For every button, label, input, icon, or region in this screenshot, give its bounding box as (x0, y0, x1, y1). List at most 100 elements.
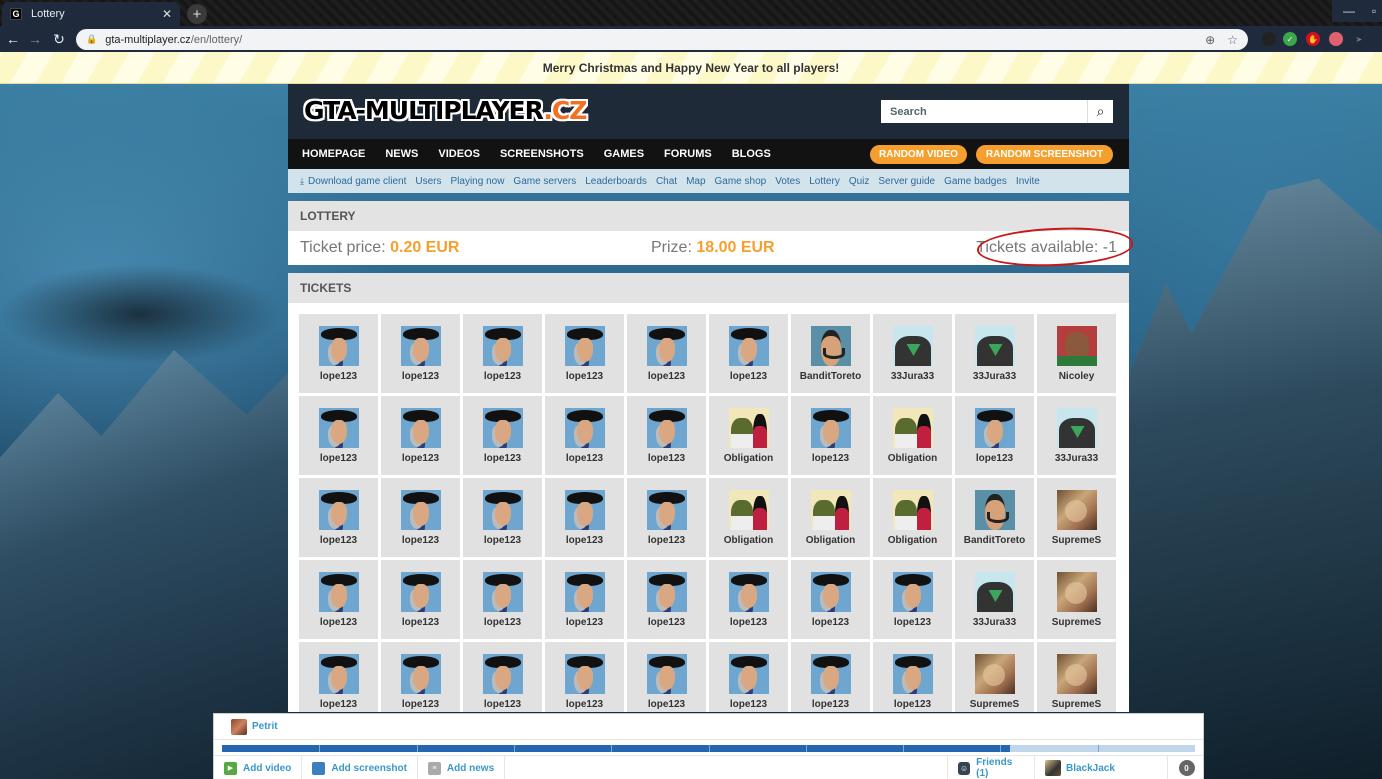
ticket-owner-name[interactable]: lope123 (894, 617, 931, 628)
ticket-owner-name[interactable]: lope123 (402, 617, 439, 628)
add-screenshot-button[interactable]: Add screenshot (302, 756, 418, 779)
ticket-card[interactable]: Obligation (873, 396, 952, 475)
new-tab-button[interactable]: + (187, 4, 207, 24)
ticket-owner-name[interactable]: lope123 (976, 453, 1013, 464)
ticket-card[interactable]: lope123 (791, 560, 870, 639)
ticket-card[interactable]: lope123 (627, 314, 706, 393)
ticket-owner-name[interactable]: lope123 (484, 617, 521, 628)
ticket-card[interactable]: lope123 (463, 478, 542, 557)
ticket-card[interactable]: lope123 (791, 642, 870, 712)
browser-tab[interactable]: G Lottery ✕ (2, 2, 180, 26)
ticket-owner-name[interactable]: lope123 (566, 371, 603, 382)
ticket-card[interactable]: lope123 (791, 396, 870, 475)
subnav-users[interactable]: Users (415, 176, 441, 187)
ticket-card[interactable]: lope123 (299, 396, 378, 475)
ticket-owner-name[interactable]: lope123 (484, 535, 521, 546)
ticket-owner-name[interactable]: BanditToreto (964, 535, 1025, 546)
ticket-card[interactable]: 33Jura33 (955, 314, 1034, 393)
ticket-card[interactable]: SupremeS (1037, 478, 1116, 557)
ticket-owner-name[interactable]: lope123 (484, 371, 521, 382)
ticket-card[interactable]: lope123 (709, 560, 788, 639)
ticket-owner-name[interactable]: lope123 (812, 617, 849, 628)
ticket-owner-name[interactable]: lope123 (894, 699, 931, 710)
ticket-card[interactable]: 33Jura33 (955, 560, 1034, 639)
ticket-owner-name[interactable]: 33Jura33 (973, 371, 1016, 382)
ticket-card[interactable]: Obligation (791, 478, 870, 557)
zoom-icon[interactable]: ⊕ (1205, 33, 1215, 47)
nav-screenshots[interactable]: SCREENSHOTS (500, 148, 584, 160)
ticket-owner-name[interactable]: Obligation (724, 453, 773, 464)
ticket-owner-name[interactable]: lope123 (484, 453, 521, 464)
ticket-owner-name[interactable]: lope123 (320, 453, 357, 464)
ticket-owner-name[interactable]: SupremeS (1052, 699, 1101, 710)
extension-icon[interactable] (1262, 32, 1276, 46)
ticket-card[interactable]: lope123 (545, 314, 624, 393)
ticket-owner-name[interactable]: lope123 (730, 371, 767, 382)
ticket-owner-name[interactable]: lope123 (320, 617, 357, 628)
ticket-owner-name[interactable]: lope123 (812, 453, 849, 464)
ticket-owner-name[interactable]: 33Jura33 (1055, 453, 1098, 464)
adblock-icon[interactable]: ✋ (1306, 32, 1320, 46)
ticket-owner-name[interactable]: 33Jura33 (891, 371, 934, 382)
close-tab-icon[interactable]: ✕ (162, 7, 172, 21)
ticket-owner-name[interactable]: lope123 (402, 535, 439, 546)
nav-videos[interactable]: VIDEOS (438, 148, 480, 160)
ticket-card[interactable]: Obligation (873, 478, 952, 557)
subnav-game-badges[interactable]: Game badges (944, 176, 1007, 187)
reload-icon[interactable]: ↻ (50, 30, 68, 48)
subnav-invite[interactable]: Invite (1016, 176, 1040, 187)
ticket-card[interactable]: lope123 (381, 560, 460, 639)
ticket-card[interactable]: Nicoley (1037, 314, 1116, 393)
ticket-card[interactable]: lope123 (873, 642, 952, 712)
ticket-card[interactable]: lope123 (299, 560, 378, 639)
ticket-card[interactable]: lope123 (627, 478, 706, 557)
add-video-button[interactable]: ▶ Add video (214, 756, 303, 779)
add-news-button[interactable]: ≡ Add news (418, 756, 506, 779)
ticket-owner-name[interactable]: lope123 (648, 699, 685, 710)
ticket-card[interactable]: lope123 (381, 478, 460, 557)
ticket-card[interactable]: lope123 (463, 560, 542, 639)
subnav-game-shop[interactable]: Game shop (715, 176, 767, 187)
ticket-owner-name[interactable]: lope123 (566, 699, 603, 710)
ticket-owner-name[interactable]: lope123 (320, 371, 357, 382)
ticket-card[interactable]: SupremeS (1037, 642, 1116, 712)
ticket-owner-name[interactable]: lope123 (730, 699, 767, 710)
settings-button[interactable]: 0 (1167, 756, 1205, 779)
minimize-window-button[interactable]: — (1332, 0, 1366, 22)
restore-window-button[interactable]: ▫ (1366, 0, 1382, 22)
ticket-card[interactable]: lope123 (545, 396, 624, 475)
ticket-owner-name[interactable]: lope123 (402, 699, 439, 710)
nav-news[interactable]: NEWS (385, 148, 418, 160)
nav-homepage[interactable]: HOMEPAGE (302, 148, 365, 160)
ticket-card[interactable]: lope123 (463, 642, 542, 712)
ticket-owner-name[interactable]: lope123 (730, 617, 767, 628)
ticket-card[interactable]: lope123 (381, 314, 460, 393)
address-bar[interactable]: 🔒 gta-multiplayer.cz/en/lottery/ ⊕ ☆ (76, 29, 1248, 50)
ticket-owner-name[interactable]: lope123 (320, 535, 357, 546)
ticket-owner-name[interactable]: Obligation (888, 535, 937, 546)
ticket-card[interactable]: lope123 (299, 314, 378, 393)
subnav-chat[interactable]: Chat (656, 176, 677, 187)
search-icon[interactable]: ⌕ (1087, 100, 1113, 123)
ticket-owner-name[interactable]: 33Jura33 (973, 617, 1016, 628)
ticket-card[interactable]: SupremeS (1037, 560, 1116, 639)
ticket-card[interactable]: lope123 (545, 560, 624, 639)
ticket-card[interactable]: Obligation (709, 478, 788, 557)
ticket-card[interactable]: SupremeS (955, 642, 1034, 712)
ticket-owner-name[interactable]: Obligation (724, 535, 773, 546)
ticket-card[interactable]: lope123 (627, 396, 706, 475)
ticket-card[interactable]: lope123 (299, 478, 378, 557)
ticket-owner-name[interactable]: SupremeS (970, 699, 1019, 710)
ticket-owner-name[interactable]: lope123 (320, 699, 357, 710)
ticket-owner-name[interactable]: lope123 (402, 453, 439, 464)
ticket-owner-name[interactable]: lope123 (566, 535, 603, 546)
subnav-map[interactable]: Map (686, 176, 705, 187)
ticket-owner-name[interactable]: lope123 (648, 617, 685, 628)
ticket-owner-name[interactable]: BanditToreto (800, 371, 861, 382)
ticket-card[interactable]: lope123 (545, 642, 624, 712)
ticket-card[interactable]: Obligation (709, 396, 788, 475)
ticket-card[interactable]: lope123 (955, 396, 1034, 475)
friends-button[interactable]: ☺ Friends (1) (947, 756, 1034, 779)
ticket-owner-name[interactable]: SupremeS (1052, 535, 1101, 546)
subnav-quiz[interactable]: Quiz (849, 176, 870, 187)
